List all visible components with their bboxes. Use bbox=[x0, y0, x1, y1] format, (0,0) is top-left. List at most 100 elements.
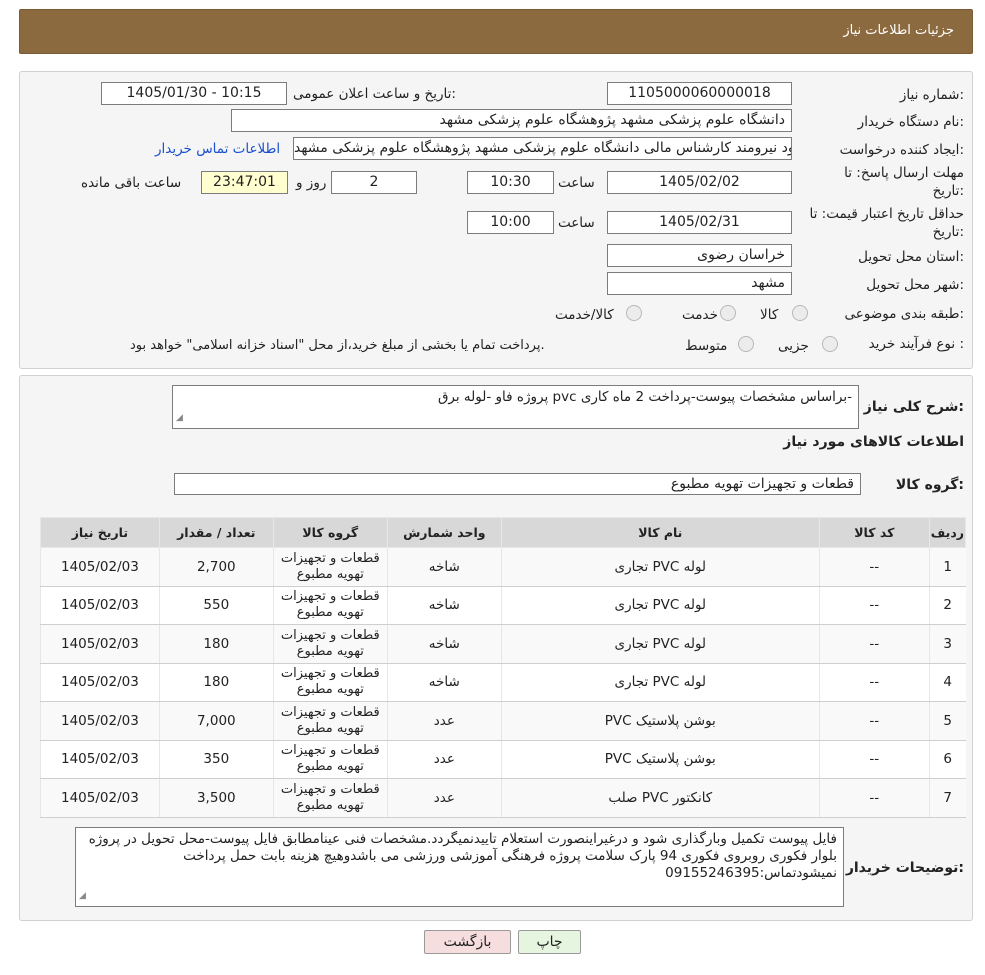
process-minor-radio[interactable] bbox=[822, 336, 838, 352]
process-medium-label: متوسط bbox=[685, 338, 728, 354]
date-cell: 1405/02/03 bbox=[40, 778, 160, 818]
qty-cell: 180 bbox=[158, 663, 274, 702]
col-header-qty: تعداد / مقدار bbox=[158, 517, 274, 548]
col-header-row-no: ردیف bbox=[928, 517, 967, 548]
group-line-1: قطعات و تجهیزات bbox=[280, 743, 380, 759]
resize-grip-icon[interactable]: ◢ bbox=[176, 410, 183, 427]
summary-text: پروژه فاو -لوله برق pvc براساس مشخصات پی… bbox=[437, 389, 852, 405]
requester-field: محمود نیرومند کارشناس مالی دانشگاه علوم … bbox=[293, 137, 792, 160]
group-cell: قطعات و تجهیزات تهویه مطبوع bbox=[272, 740, 388, 779]
validity-time-field: 10:00 bbox=[467, 211, 554, 234]
col-header-date: تاریخ نیاز bbox=[40, 517, 160, 548]
category-both-label: کالا/خدمت bbox=[555, 307, 614, 323]
deadline-time-label: ساعت bbox=[558, 175, 595, 191]
unit-cell: شاخه bbox=[386, 547, 502, 587]
deadline-time-field: 10:30 bbox=[467, 171, 554, 194]
city-label: شهر محل تحویل: bbox=[866, 277, 964, 293]
remaining-label: ساعت باقی مانده bbox=[81, 175, 182, 191]
unit-cell: عدد bbox=[386, 740, 502, 779]
group-cell: قطعات و تجهیزات تهویه مطبوع bbox=[272, 663, 388, 702]
buyer-org-label: نام دستگاه خریدار: bbox=[857, 114, 964, 130]
group-line-2: تهویه مطبوع bbox=[296, 682, 364, 698]
requester-label: ایجاد کننده درخواست: bbox=[839, 142, 964, 158]
announce-label: تاریخ و ساعت اعلان عمومی: bbox=[293, 86, 456, 102]
qty-cell: 7,000 bbox=[158, 701, 274, 741]
unit-cell: عدد bbox=[386, 701, 502, 741]
goods-table: ردیف کد کالا نام کالا واحد شمارش گروه کا… bbox=[40, 517, 967, 818]
days-field: 2 bbox=[331, 171, 417, 194]
process-note: پرداخت تمام یا بخشی از مبلغ خرید،از محل … bbox=[130, 338, 545, 353]
back-button[interactable]: بازگشت bbox=[424, 930, 511, 954]
validity-time-label: ساعت bbox=[558, 215, 595, 231]
province-label: استان محل تحویل: bbox=[858, 249, 964, 265]
goods-group-field: قطعات و تجهیزات تهویه مطبوع bbox=[174, 473, 861, 495]
code-cell: -- bbox=[818, 740, 930, 779]
deadline-label-2: تاریخ: bbox=[932, 183, 964, 199]
row-no-cell: 1 bbox=[928, 547, 966, 587]
need-number-label: شماره نیاز: bbox=[899, 87, 964, 103]
validity-date-field: 1405/02/31 bbox=[607, 211, 792, 234]
remaining-time-field: 23:47:01 bbox=[201, 171, 288, 194]
resize-grip-icon[interactable]: ◢ bbox=[79, 888, 86, 905]
group-cell: قطعات و تجهیزات تهویه مطبوع bbox=[272, 586, 388, 625]
group-cell: قطعات و تجهیزات تهویه مطبوع bbox=[272, 624, 388, 664]
code-cell: -- bbox=[818, 624, 930, 664]
group-line-1: قطعات و تجهیزات bbox=[280, 704, 380, 720]
unit-cell: شاخه bbox=[386, 663, 502, 702]
qty-cell: 180 bbox=[158, 624, 274, 664]
group-line-1: قطعات و تجهیزات bbox=[280, 666, 380, 682]
name-cell: کانکتور PVC صلب bbox=[500, 778, 820, 818]
category-service-radio[interactable] bbox=[720, 305, 736, 321]
group-line-2: تهویه مطبوع bbox=[296, 566, 364, 582]
row-no-cell: 6 bbox=[928, 740, 966, 779]
name-cell: بوشن پلاستیک PVC bbox=[500, 701, 820, 741]
group-line-2: تهویه مطبوع bbox=[296, 797, 364, 813]
table-row: 2 -- لوله PVC تجاری شاخه قطعات و تجهیزات تهوی… bbox=[40, 586, 966, 625]
code-cell: -- bbox=[818, 778, 930, 818]
process-medium-radio[interactable] bbox=[738, 336, 754, 352]
row-no-cell: 3 bbox=[928, 624, 966, 664]
buyer-notes-textarea: فایل پیوست تکمیل وبارگذاری شود و درغیرای… bbox=[75, 827, 844, 907]
row-no-cell: 4 bbox=[928, 663, 966, 702]
name-cell: لوله PVC تجاری bbox=[500, 663, 820, 702]
buyer-notes-label: توضیحات خریدار: bbox=[845, 860, 964, 876]
city-field: مشهد bbox=[607, 272, 792, 295]
table-row: 3 -- لوله PVC تجاری شاخه قطعات و تجهیزات تهوی… bbox=[40, 624, 966, 664]
process-label: نوع فرآیند خرید : bbox=[868, 336, 964, 352]
table-row: 4 -- لوله PVC تجاری شاخه قطعات و تجهیزات تهوی… bbox=[40, 663, 966, 702]
date-cell: 1405/02/03 bbox=[40, 624, 160, 664]
category-goods-radio[interactable] bbox=[792, 305, 808, 321]
need-info-panel: شماره نیاز: 1105000060000018 تاریخ و ساع… bbox=[19, 71, 973, 369]
table-header-row: ردیف کد کالا نام کالا واحد شمارش گروه کا… bbox=[40, 517, 967, 548]
code-cell: -- bbox=[818, 701, 930, 741]
days-label: روز و bbox=[296, 175, 327, 191]
page-title: جزئیات اطلاعات نیاز bbox=[843, 23, 954, 38]
buyer-org-field: دانشگاه علوم پزشکی مشهد پژوهشگاه علوم پز… bbox=[231, 109, 792, 132]
date-cell: 1405/02/03 bbox=[40, 663, 160, 702]
category-goods-label: کالا bbox=[760, 307, 779, 323]
group-line-2: تهویه مطبوع bbox=[296, 759, 364, 775]
group-line-2: تهویه مطبوع bbox=[296, 720, 364, 736]
unit-cell: عدد bbox=[386, 778, 502, 818]
row-no-cell: 7 bbox=[928, 778, 966, 818]
col-header-group: گروه کالا bbox=[272, 517, 388, 548]
validity-label-2: تاریخ: bbox=[932, 224, 964, 240]
group-line-1: قطعات و تجهیزات bbox=[280, 627, 380, 643]
table-row: 7 -- کانکتور PVC صلب عدد قطعات و تجهیزات تهوی… bbox=[40, 778, 966, 818]
need-number-field: 1105000060000018 bbox=[607, 82, 792, 105]
process-minor-label: جزیی bbox=[778, 338, 809, 354]
category-label: طبقه بندی موضوعی: bbox=[844, 306, 964, 322]
category-both-radio[interactable] bbox=[626, 305, 642, 321]
qty-cell: 3,500 bbox=[158, 778, 274, 818]
print-button[interactable]: چاپ bbox=[518, 930, 581, 954]
qty-cell: 2,700 bbox=[158, 547, 274, 587]
name-cell: بوشن پلاستیک PVC bbox=[500, 740, 820, 779]
code-cell: -- bbox=[818, 547, 930, 587]
summary-label: شرح کلی نیاز: bbox=[863, 399, 964, 415]
province-field: خراسان رضوی bbox=[607, 244, 792, 267]
code-cell: -- bbox=[818, 663, 930, 702]
buyer-contact-link[interactable]: اطلاعات تماس خریدار bbox=[155, 141, 280, 157]
date-cell: 1405/02/03 bbox=[40, 701, 160, 741]
table-row: 1 -- لوله PVC تجاری شاخه قطعات و تجهیزات تهوی… bbox=[40, 547, 966, 587]
name-cell: لوله PVC تجاری bbox=[500, 624, 820, 664]
